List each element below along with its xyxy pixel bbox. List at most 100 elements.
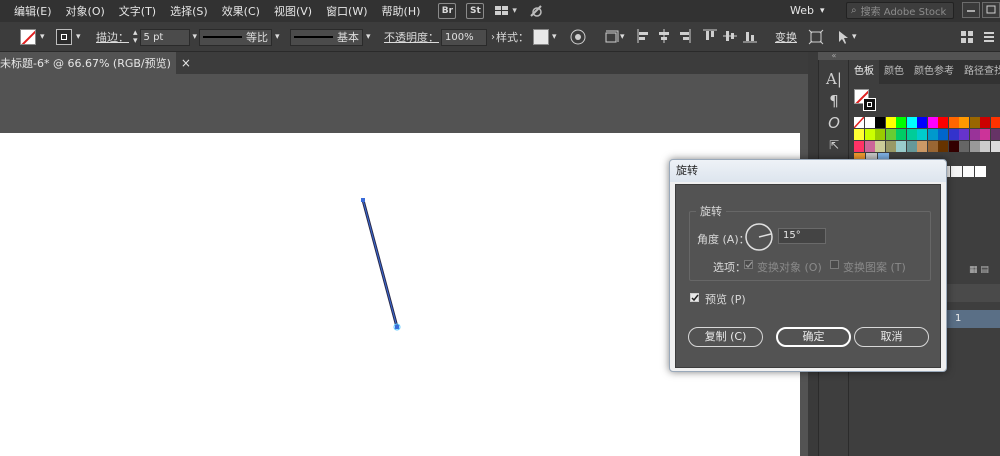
tab-pathfinder[interactable]: 路径查找 (959, 60, 1000, 84)
align-center-icon[interactable] (656, 28, 672, 47)
minimize-button[interactable] (962, 2, 980, 18)
recolor-artwork-icon[interactable] (570, 28, 586, 46)
swatch-chip[interactable] (864, 141, 875, 152)
swatch-chip[interactable] (980, 129, 990, 140)
swatch-light[interactable] (951, 166, 962, 177)
anchor-point-bottom[interactable] (395, 325, 399, 329)
chevron-down-icon[interactable]: ▾ (552, 32, 557, 42)
swatch-chip[interactable] (938, 117, 948, 128)
stepper-icon[interactable]: ▴ ▾ (133, 29, 138, 46)
swatch-chip[interactable] (917, 129, 927, 140)
cancel-button[interactable]: 取消 (854, 327, 929, 347)
stock-search-field[interactable]: ⌕ 搜索 Adobe Stock (846, 2, 954, 19)
panel-menu-icon[interactable] (982, 28, 996, 46)
menu-select[interactable]: 选择(S) (170, 3, 208, 19)
export-panel-icon[interactable]: ⇱ (819, 134, 849, 156)
tab-color[interactable]: 颜色 (879, 60, 909, 84)
swatch-chip[interactable] (917, 117, 927, 128)
tab-swatches[interactable]: 色板 (849, 60, 879, 84)
gpu-performance-icon[interactable] (529, 4, 545, 18)
transform-patterns-checkbox[interactable] (830, 260, 839, 269)
menu-view[interactable]: 视图(V) (274, 3, 312, 19)
swatch-chip[interactable] (854, 129, 864, 140)
swatch-chip[interactable] (938, 129, 948, 140)
swatch-chip[interactable] (969, 141, 980, 152)
swatch-chip[interactable] (875, 141, 885, 152)
menu-type[interactable]: 文字(T) (119, 3, 156, 19)
menu-effect[interactable]: 效果(C) (222, 3, 260, 19)
paragraph-panel-icon[interactable]: ¶ (819, 90, 849, 112)
swatch-light[interactable] (963, 166, 974, 177)
swatch-white[interactable] (975, 166, 986, 177)
swatch-chip[interactable] (875, 129, 885, 140)
swatch-chip[interactable] (980, 141, 990, 152)
swatch-chip[interactable] (896, 129, 906, 140)
menu-edit[interactable]: 编辑(E) (14, 3, 52, 19)
swatch-chip[interactable] (864, 129, 875, 140)
panel-grid-icon[interactable] (960, 28, 974, 46)
copy-button[interactable]: 复制 (C) (688, 327, 763, 347)
align-middle-icon[interactable] (722, 28, 738, 47)
swatch-chip[interactable] (959, 141, 969, 152)
swatch-chip[interactable] (864, 117, 875, 128)
swatch-chip[interactable] (927, 117, 938, 128)
swatch-chip[interactable] (948, 129, 959, 140)
chevron-down-icon[interactable]: ▾ (193, 32, 198, 42)
swatch-chip[interactable] (896, 117, 906, 128)
close-icon[interactable]: × (181, 56, 191, 70)
brush-definition[interactable]: 基本 ▾ (290, 28, 371, 46)
swatch-chip[interactable] (885, 117, 896, 128)
swatch-chip[interactable] (906, 117, 917, 128)
fill-stroke-proxy[interactable] (854, 89, 878, 113)
document-tab[interactable]: 未标题-6* @ 66.67% (RGB/预览) × (0, 52, 191, 74)
swatch-chip[interactable] (938, 141, 948, 152)
opentype-panel-icon[interactable]: O (819, 112, 849, 134)
swatch-chip[interactable] (927, 141, 938, 152)
swatch-chip[interactable] (896, 141, 906, 152)
swatch-chip[interactable] (906, 129, 917, 140)
style-swatch[interactable] (533, 29, 549, 45)
chevron-right-icon[interactable]: › (491, 32, 495, 43)
menu-window[interactable]: 窗口(W) (326, 3, 367, 19)
isolate-object-icon[interactable] (808, 28, 824, 46)
arrange-documents-icon[interactable] (494, 4, 512, 18)
stroke-weight-input[interactable]: 5 pt (139, 28, 190, 46)
transform-link[interactable]: 变换 (775, 28, 797, 46)
align-right-icon[interactable] (676, 28, 692, 47)
swatch-chip[interactable] (959, 129, 969, 140)
align-left-icon[interactable] (636, 28, 652, 47)
swatch-chip[interactable] (980, 117, 990, 128)
swatch-chip[interactable] (969, 129, 980, 140)
select-similar-icon[interactable]: ▾ (836, 28, 857, 46)
angle-dial[interactable] (744, 222, 774, 252)
layer-row[interactable]: 1 (945, 310, 1000, 328)
menu-object[interactable]: 对象(O) (66, 3, 105, 19)
bridge-button[interactable]: Br (438, 3, 457, 19)
swatch-chip[interactable] (959, 117, 969, 128)
align-bottom-icon[interactable] (742, 28, 758, 47)
swatch-chip[interactable] (885, 141, 896, 152)
anchor-point-top[interactable] (361, 198, 365, 202)
swatch-chip[interactable] (969, 117, 980, 128)
menu-help[interactable]: 帮助(H) (382, 3, 421, 19)
swatch-panel-footer-icons[interactable]: ▦ ▤ (969, 265, 999, 277)
chevron-down-icon[interactable]: ▾ (512, 6, 517, 16)
character-panel-icon[interactable]: A| (819, 68, 849, 90)
fill-swatch[interactable]: ▾ (20, 28, 45, 46)
swatch-chip[interactable] (917, 141, 927, 152)
align-top-icon[interactable] (702, 28, 718, 47)
align-to-icon[interactable]: ▾ (604, 28, 625, 46)
swatch-none[interactable] (853, 116, 865, 129)
collapse-panels-icon[interactable]: « (820, 52, 848, 60)
stock-button[interactable]: St (466, 3, 485, 19)
opacity-input[interactable]: 100% (441, 28, 487, 46)
variable-width-profile[interactable]: 等比 ▾ (199, 28, 280, 46)
preview-checkbox[interactable] (690, 293, 699, 302)
swatch-chip[interactable] (854, 141, 864, 152)
swatch-chip[interactable] (885, 129, 896, 140)
swatch-chip[interactable] (990, 129, 1000, 140)
swatch-chip[interactable] (990, 117, 1000, 128)
swatch-chip[interactable] (948, 117, 959, 128)
swatch-chip[interactable] (875, 117, 885, 128)
dialog-titlebar[interactable]: 旋转 (670, 160, 946, 182)
